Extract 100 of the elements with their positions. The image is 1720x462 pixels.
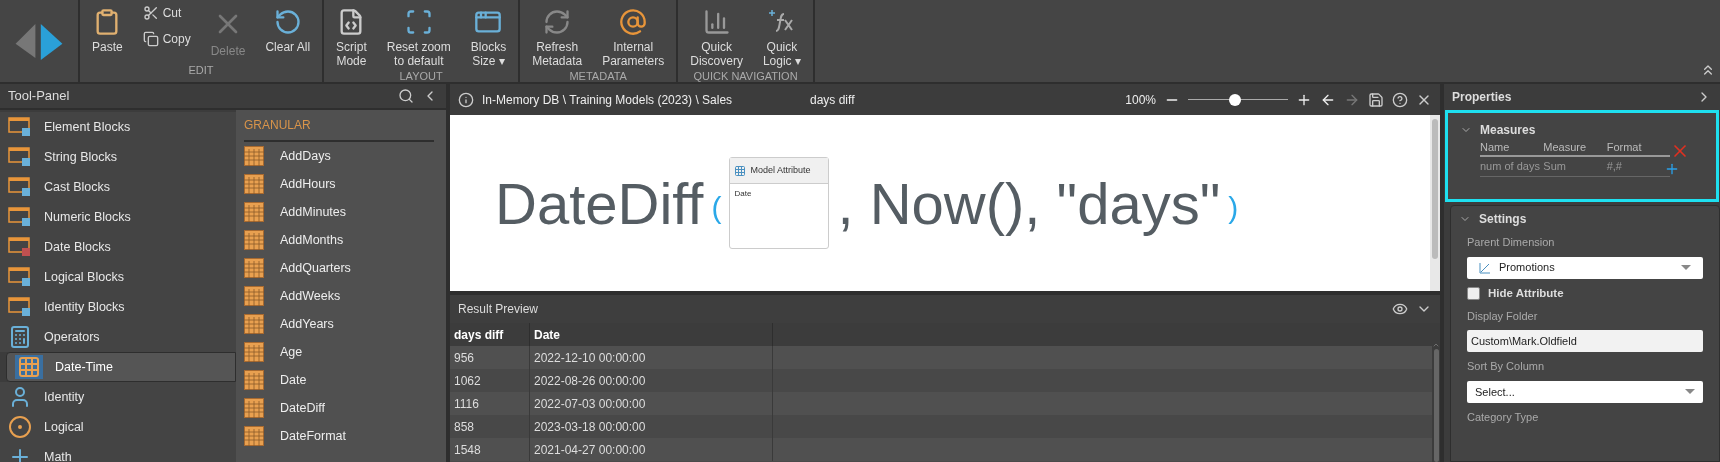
block-title: Model Attribute: [750, 163, 811, 177]
scrollbar[interactable]: [1432, 323, 1440, 462]
parent-dimension-dropdown[interactable]: Promotions: [1467, 256, 1703, 279]
breadcrumb-path: In-Memory DB \ Training Models (2023) \ Sales: [482, 91, 734, 109]
attribute-block[interactable]: Model Attribute Date: [729, 157, 830, 249]
zoom-slider[interactable]: [1188, 93, 1288, 106]
table-cell: 2021-04-27 00:00:00: [530, 438, 773, 461]
function-item[interactable]: AddMonths: [244, 226, 434, 254]
at-sign-icon: [619, 8, 648, 36]
grid-icon: [734, 164, 747, 177]
calendar-icon: [244, 286, 264, 306]
scrollbar[interactable]: [1430, 115, 1440, 291]
calendar-icon: [15, 355, 43, 379]
function-item[interactable]: AddYears: [244, 310, 434, 338]
save-icon[interactable]: [1368, 91, 1384, 108]
category-item[interactable]: String Blocks: [0, 142, 236, 172]
field-label: Parent Dimension: [1467, 235, 1556, 250]
group-title: METADATA: [568, 69, 628, 84]
help-icon[interactable]: [1392, 91, 1408, 108]
ribbon-button[interactable]: Paste: [84, 4, 131, 54]
scan-icon: [404, 8, 433, 36]
column-header: Name: [1480, 139, 1511, 155]
function-item[interactable]: DateDiff: [244, 394, 434, 422]
block-value: Date: [733, 188, 753, 200]
category-item[interactable]: Numeric Blocks: [0, 202, 236, 232]
block-icon: [8, 177, 32, 197]
panel-title: Properties: [1452, 89, 1512, 106]
ribbon-button[interactable]: Script Mode: [328, 4, 375, 68]
calendar-icon: [244, 174, 264, 194]
open-parenthesis: (: [711, 189, 722, 226]
block-icon: [8, 297, 32, 317]
ribbon-button[interactable]: Cut: [142, 4, 191, 22]
sort-by-dropdown[interactable]: Select...: [1467, 380, 1703, 403]
group-title: QUICK NAVIGATION: [692, 69, 799, 84]
ribbon-button[interactable]: Copy: [142, 30, 191, 48]
section-title: Settings: [1479, 211, 1527, 228]
eye-icon[interactable]: [1392, 301, 1408, 317]
category-item[interactable]: Math: [0, 442, 236, 462]
category-item[interactable]: Date-Time: [6, 352, 236, 382]
ribbon-button[interactable]: Refresh Metadata: [524, 4, 591, 68]
close-parenthesis: ): [1228, 189, 1239, 226]
editor-title: days diff: [810, 91, 856, 109]
checkbox[interactable]: [1467, 286, 1480, 300]
column-header: Measure: [1543, 139, 1588, 155]
calendar-icon: [244, 202, 264, 222]
function-item[interactable]: AddQuarters: [244, 254, 434, 282]
function-item[interactable]: AddWeeks: [244, 282, 434, 310]
checkbox-label: Hide Attribute: [1488, 285, 1564, 301]
function-item[interactable]: AddHours: [244, 170, 434, 198]
ribbon-button[interactable]: Clear All: [257, 4, 319, 54]
ribbon-button[interactable]: Internal Parameters: [594, 4, 673, 68]
block-icon: [8, 147, 32, 167]
search-icon[interactable]: [398, 88, 414, 104]
axes-icon: [1479, 261, 1491, 274]
ribbon-button[interactable]: Reset zoom to default: [378, 4, 459, 68]
info-icon[interactable]: [458, 91, 474, 108]
ribbon-button[interactable]: Blocks Size ▾: [462, 4, 515, 68]
category-item[interactable]: Identity Blocks: [0, 292, 236, 322]
calendar-icon: [244, 258, 264, 278]
calculator-icon: [8, 325, 32, 349]
copy-icon: [142, 31, 159, 47]
block-icon: [8, 117, 32, 137]
function-item[interactable]: AddMinutes: [244, 198, 434, 226]
zoom-level: 100%: [1125, 91, 1156, 109]
table-cell-text: Sum: [1543, 159, 1567, 175]
display-folder-field[interactable]: Custom\Mark.Oldfield: [1467, 330, 1703, 353]
calendar-icon: [244, 398, 264, 418]
function-item[interactable]: Age: [244, 338, 434, 366]
category-item[interactable]: Operators: [0, 322, 236, 352]
add-icon[interactable]: [1664, 161, 1680, 177]
bar-chart-icon: [702, 8, 731, 36]
section-title: Result Preview: [458, 301, 539, 318]
category-item[interactable]: Identity: [0, 382, 236, 412]
block-icon: [8, 237, 32, 257]
category-item[interactable]: Logical Blocks: [0, 262, 236, 292]
category-item[interactable]: Date Blocks: [0, 232, 236, 262]
calendar-icon: [244, 146, 264, 166]
category-item[interactable]: Element Blocks: [0, 112, 236, 142]
calendar-icon: [244, 342, 264, 362]
category-item[interactable]: Logical: [0, 412, 236, 442]
calendar-icon: [244, 426, 264, 446]
undo-icon: [273, 8, 302, 36]
section-heading: GRANULAR: [244, 110, 434, 142]
function-item[interactable]: DateFormat: [244, 422, 434, 450]
function-item[interactable]: Date: [244, 366, 434, 394]
ribbon-button[interactable]: Quick Logic ▾: [754, 4, 809, 68]
function-item[interactable]: AddDays: [244, 142, 434, 170]
column-header: Format: [1606, 139, 1643, 155]
group-title: LAYOUT: [398, 69, 444, 84]
field-label: Category Type: [1467, 409, 1540, 425]
block-icon: [8, 207, 32, 227]
panel-title: Tool-Panel: [8, 87, 70, 106]
field-label: Display Folder: [1467, 308, 1539, 324]
ribbon-button[interactable]: Quick Discovery: [682, 4, 751, 68]
section-title: Measures: [1480, 122, 1536, 139]
table-cell-text: #,#: [1606, 159, 1623, 175]
table-cell: 1548: [450, 438, 530, 461]
category-item[interactable]: Cast Blocks: [0, 172, 236, 202]
refresh-icon: [543, 8, 572, 36]
formula-arguments: , Now(), "days": [837, 169, 1221, 238]
